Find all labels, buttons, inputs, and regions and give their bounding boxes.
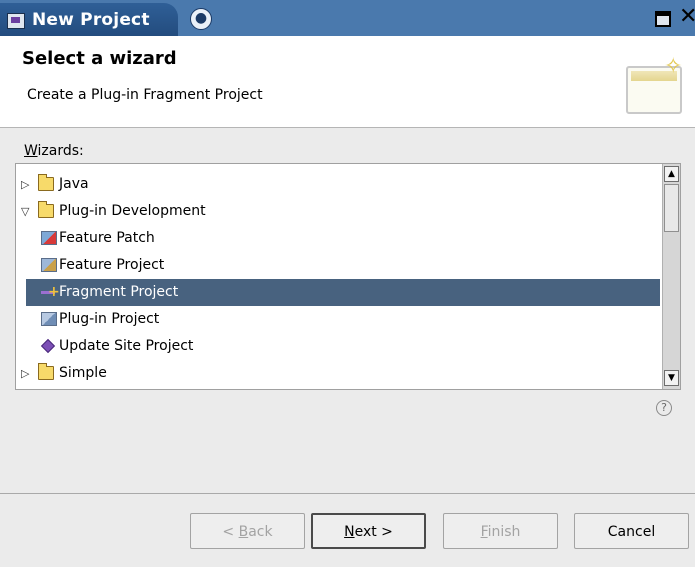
- tree-item-fragment-project[interactable]: Fragment Project: [26, 279, 660, 306]
- expand-collapsed-icon[interactable]: ▷: [21, 171, 33, 198]
- tree-item-label: Fragment Project: [59, 284, 179, 300]
- back-button[interactable]: < Back: [190, 513, 305, 549]
- wizards-label: Wizards:: [24, 143, 84, 159]
- tree-item-label: Update Site Project: [59, 338, 194, 354]
- tree-item-update-site-project[interactable]: Update Site Project: [16, 333, 660, 360]
- feature-patch-icon: [41, 231, 57, 245]
- plugin-project-icon: [41, 312, 57, 326]
- next-button[interactable]: Next >: [311, 513, 426, 549]
- close-button[interactable]: ✕: [679, 4, 695, 29]
- tree-item-label: Feature Project: [59, 257, 165, 273]
- fragment-project-icon: [41, 279, 60, 306]
- wizard-tree[interactable]: ▷ Java ▽ Plug-in Development Feature Pat…: [15, 163, 681, 390]
- finish-button-label: inish: [487, 524, 521, 540]
- feature-project-icon: [41, 258, 57, 272]
- sticky-pin-icon[interactable]: ●: [190, 8, 212, 30]
- cancel-button[interactable]: Cancel: [574, 513, 689, 549]
- help-icon[interactable]: ?: [656, 400, 672, 416]
- tree-item-feature-patch[interactable]: Feature Patch: [16, 225, 660, 252]
- scroll-thumb[interactable]: [664, 184, 679, 232]
- folder-icon: [38, 174, 54, 191]
- wizard-header: Select a wizard Create a Plug-in Fragmen…: [0, 36, 695, 128]
- tree-item-plugin-development[interactable]: ▽ Plug-in Development: [16, 198, 660, 225]
- tree-item-label: Plug-in Development: [59, 203, 206, 219]
- tree-item-plugin-project[interactable]: Plug-in Project: [16, 306, 660, 333]
- window-titlebar[interactable]: New Project ● ✕: [0, 0, 695, 36]
- wizards-label-mnemonic: W: [24, 143, 38, 159]
- tree-scrollbar[interactable]: ▲ ▼: [662, 164, 680, 389]
- tree-item-label: Java: [59, 176, 89, 192]
- scroll-down-button[interactable]: ▼: [664, 370, 679, 386]
- finish-button[interactable]: Finish: [443, 513, 558, 549]
- tree-item-simple[interactable]: ▷ Simple: [16, 360, 660, 387]
- window-title: New Project: [32, 10, 150, 30]
- wizards-label-text: izards:: [37, 143, 84, 159]
- eclipse-window-icon[interactable]: [7, 13, 25, 29]
- next-button-label: ext >: [354, 524, 393, 540]
- back-button-prefix: <: [222, 524, 239, 540]
- next-button-mnemonic: N: [344, 524, 355, 540]
- expand-collapsed-icon[interactable]: ▷: [21, 360, 33, 387]
- tree-item-java[interactable]: ▷ Java: [16, 171, 660, 198]
- sparkle-icon: ✧: [664, 54, 683, 79]
- tree-item-label: Feature Patch: [59, 230, 155, 246]
- scroll-up-button[interactable]: ▲: [664, 166, 679, 182]
- tree-item-label: Simple: [59, 365, 107, 381]
- footer-divider: [0, 493, 695, 494]
- back-button-mnemonic: B: [238, 524, 249, 540]
- maximize-button[interactable]: [655, 11, 671, 27]
- folder-icon: [38, 363, 54, 380]
- back-button-label: ack: [248, 524, 273, 540]
- page-description: Create a Plug-in Fragment Project: [27, 87, 263, 103]
- title-tab[interactable]: New Project: [0, 3, 178, 36]
- page-title: Select a wizard: [22, 48, 177, 69]
- tree-item-label: Plug-in Project: [59, 311, 160, 327]
- finish-button-mnemonic: F: [480, 524, 488, 540]
- update-site-project-icon: [40, 338, 56, 354]
- tree-item-feature-project[interactable]: Feature Project: [16, 252, 660, 279]
- folder-icon: [38, 201, 54, 218]
- expand-expanded-icon[interactable]: ▽: [21, 198, 33, 225]
